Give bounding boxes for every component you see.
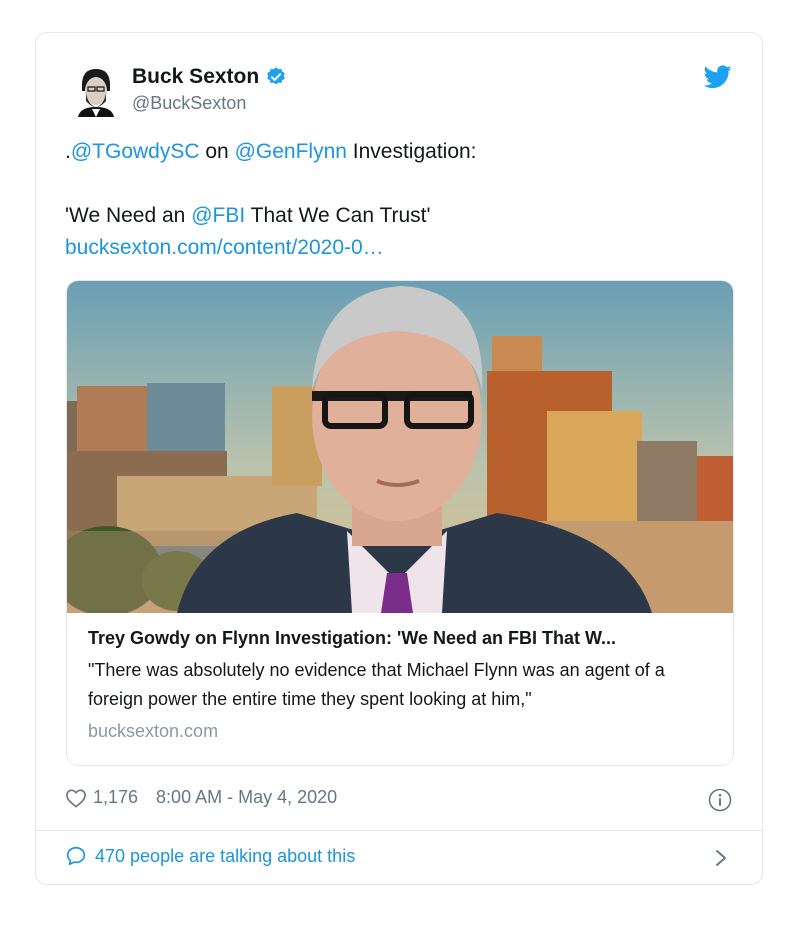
tweet-timestamp[interactable]: 8:00 AM - May 4, 2020 [156, 787, 337, 808]
talking-link[interactable]: 470 people are talking about this [65, 845, 355, 867]
chevron-right-icon[interactable] [714, 848, 728, 868]
article-link[interactable]: bucksexton.com/content/2020-0… [65, 232, 725, 264]
verified-badge-icon [267, 67, 286, 85]
tweet-text: .@TGowdySC on @GenFlynn Investigation: '… [65, 136, 725, 264]
twitter-bird-icon[interactable] [704, 65, 732, 89]
embedded-tweet-card: Buck Sexton @BuckSexton .@TGowdySC on @G… [35, 32, 763, 885]
mention-link-fbi[interactable]: @FBI [191, 204, 245, 227]
preview-description: "There was absolutely no evidence that M… [88, 660, 665, 709]
author-avatar[interactable] [74, 65, 118, 117]
tweet-text-fragment: 'We Need an [65, 204, 192, 227]
tweet-text-fragment: Investigation: [346, 140, 477, 163]
mention-link-tgowdysc[interactable]: @TGowdySC [71, 140, 200, 163]
author-display-name[interactable]: Buck Sexton [132, 65, 259, 89]
tweet-line-2: 'We Need an @FBI That We Can Trust' [65, 200, 725, 232]
info-icon[interactable] [708, 788, 732, 812]
mention-link-genflynn[interactable]: @GenFlynn [235, 140, 347, 163]
tweet-line-1: .@TGowdySC on @GenFlynn Investigation: [65, 136, 725, 168]
tweet-text-fragment: That We Can Trust' [245, 204, 431, 227]
preview-domain: bucksexton.com [88, 721, 219, 741]
preview-text: Trey Gowdy on Flynn Investigation: 'We N… [88, 624, 718, 745]
preview-image[interactable] [67, 281, 734, 613]
author-handle[interactable]: @BuckSexton [132, 93, 246, 114]
tweet-meta-row: 1,176 8:00 AM - May 4, 2020 [65, 787, 337, 808]
preview-title[interactable]: Trey Gowdy on Flynn Investigation: 'We N… [88, 624, 718, 652]
heart-icon[interactable] [65, 788, 87, 808]
speech-bubble-icon [66, 846, 86, 866]
link-preview-card[interactable]: Trey Gowdy on Flynn Investigation: 'We N… [66, 280, 734, 766]
footer-divider [36, 830, 762, 831]
tweet-text-fragment: on [199, 140, 235, 163]
like-count[interactable]: 1,176 [93, 787, 138, 808]
author-name-row: Buck Sexton [132, 65, 287, 89]
talking-count-text: 470 people are talking about this [95, 845, 356, 866]
